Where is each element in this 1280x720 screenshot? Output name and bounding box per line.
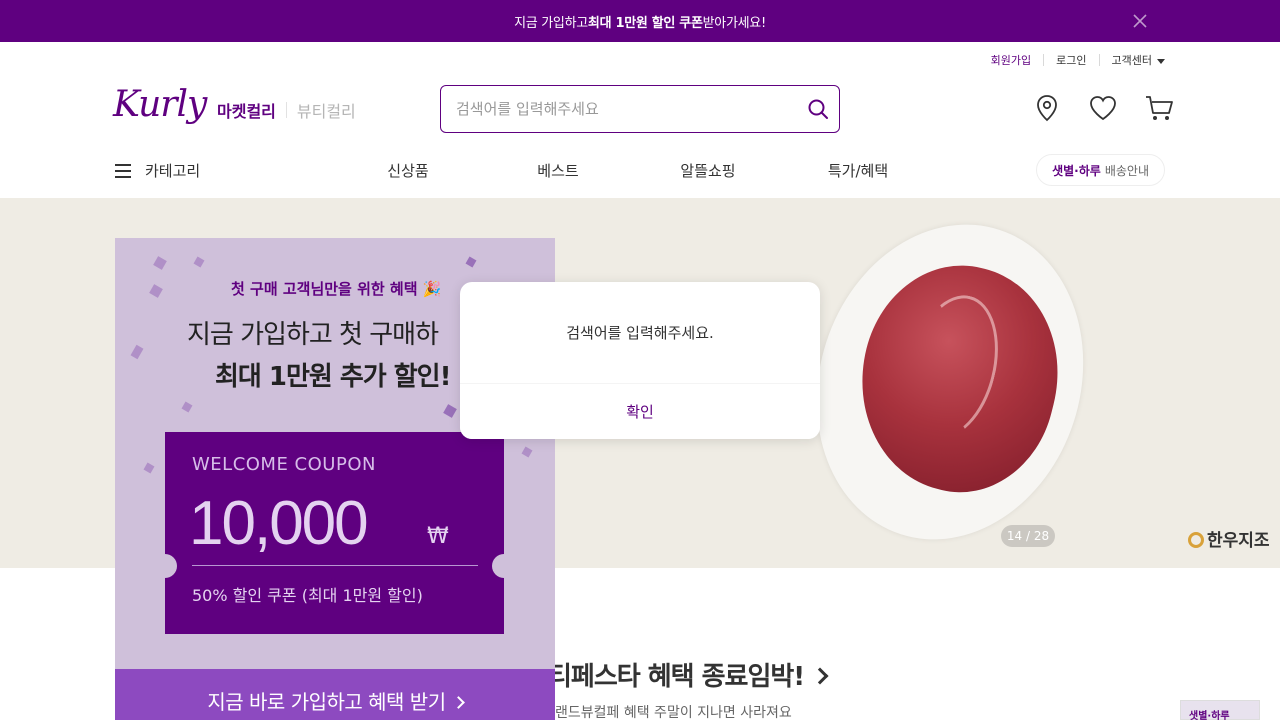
delivery-bold: 샛별·하루 [1052,163,1101,178]
cart-icon[interactable] [1143,92,1175,124]
chevron-right-icon [451,696,465,709]
hero-brand-logo: 한우지조 [1188,526,1270,551]
promo-text-prefix: 지금 가입하고 [514,15,588,31]
section-subtitle: 랜드뷰컬페 혜택 주말이 지나면 사라져요 [555,705,792,720]
market-tabs: 마켓컬리 뷰티컬리 [217,98,356,122]
search-icon[interactable] [807,98,829,120]
location-pin-icon[interactable] [1031,92,1063,124]
confetti-decoration [130,344,144,360]
coupon-description: 50% 할인 쿠폰 (최대 1만원 할인) [192,586,423,605]
hero-brand-text: 한우지조 [1207,531,1270,551]
coupon-amount: 10,000 [189,489,369,558]
search-box [440,85,840,133]
confetti-decoration [521,446,533,458]
confetti-decoration [193,256,205,268]
customer-center-link[interactable]: 고객센터 [1100,52,1165,68]
search-input[interactable] [441,86,781,132]
confetti-decoration [143,462,155,474]
category-menu-button[interactable]: 카테고리 [115,160,200,181]
login-link[interactable]: 로그인 [1044,52,1098,68]
promo-text-suffix: 받아가세요! [702,15,767,31]
coupon-label: WELCOME COUPON [192,454,376,475]
confetti-decoration [149,284,163,298]
utility-links: 회원가입 로그인 고객센터 [979,52,1165,68]
slide-counter: 14 / 28 [1001,525,1055,547]
category-label: 카테고리 [145,162,201,180]
confetti-decoration [443,404,457,418]
site-header: 회원가입 로그인 고객센터 Kurly 마켓컬리 뷰티컬리 카테고리 [0,42,1280,198]
tab-divider [285,102,287,118]
product-thumbnail[interactable]: 샛별·하루 [1180,700,1260,720]
user-icons [1031,92,1175,124]
menu-special[interactable]: 특가/혜택 [783,160,933,181]
coupon-divider [192,565,478,566]
confirm-button[interactable]: 확인 [460,384,820,439]
coupon-notch [153,554,177,578]
alert-message: 검색어를 입력해주세요. [566,324,714,342]
signup-cta-button[interactable]: 지금 바로 가입하고 혜택 받기 [115,669,555,720]
promo-text-bold: 최대 1만원 할인 쿠폰 [587,15,703,31]
menu-best[interactable]: 베스트 [483,160,633,181]
delivery-text: 배송안내 [1104,163,1149,178]
section-title[interactable]: 티페스타 혜택 종료임박! [548,656,829,693]
menu-bargain[interactable]: 알뜰쇼핑 [633,160,783,181]
confetti-decoration [153,256,167,270]
top-promo-banner[interactable]: 지금 가입하고 최대 1만원 할인 쿠폰 받아가세요! [0,0,1280,42]
tab-market-kurly[interactable]: 마켓컬리 [217,98,276,122]
hamburger-icon [115,163,131,178]
cta-label: 지금 바로 가입하고 혜택 받기 [207,690,446,714]
gnb-menu: 신상품 베스트 알뜰쇼핑 특가/혜택 [333,160,933,181]
confetti-decoration [465,256,477,268]
close-icon[interactable] [1130,11,1150,31]
section-title-text: 티페스타 혜택 종료임박! [548,662,805,692]
confetti-decoration [181,401,193,413]
popup-subtitle: 첫 구매 고객님만을 위한 혜택 🎉 [231,280,442,298]
coupon-notch [492,554,516,578]
menu-new[interactable]: 신상품 [333,160,483,181]
signup-link[interactable]: 회원가입 [979,52,1043,68]
tab-beauty-kurly[interactable]: 뷰티컬리 [297,98,356,122]
global-nav: 카테고리 신상품 베스트 알뜰쇼핑 특가/혜택 샛별·하루 배송안내 [0,154,1280,198]
coupon-currency: ₩ [427,524,449,549]
chevron-right-icon [811,667,829,685]
kurly-logo[interactable]: Kurly [113,84,207,125]
welcome-coupon: WELCOME COUPON 10,000 ₩ 50% 할인 쿠폰 (최대 1만… [153,432,516,634]
popup-title-line1: 지금 가입하고 첫 구매하 [187,320,439,350]
popup-title-line2: 최대 1만원 추가 할인! [215,362,451,392]
caret-down-icon [1157,58,1165,64]
customer-center-label: 고객센터 [1111,54,1152,67]
alert-dialog: 검색어를 입력해주세요. 확인 [460,282,820,439]
delivery-info-button[interactable]: 샛별·하루 배송안내 [1036,154,1165,186]
brand-mark-icon [1188,532,1204,548]
heart-icon[interactable] [1087,92,1119,124]
